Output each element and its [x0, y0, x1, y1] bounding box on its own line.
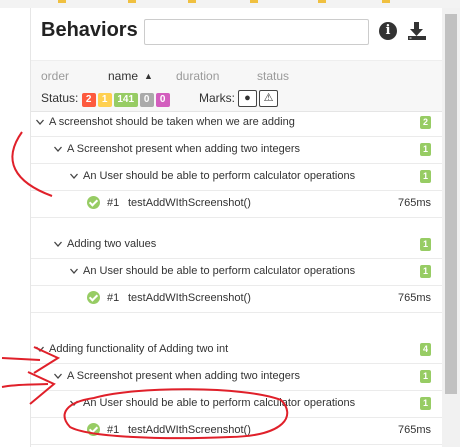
test-number: #1	[107, 292, 120, 304]
warning-icon[interactable]: ⚠	[259, 90, 278, 107]
test-name: testAddWIthScreenshot()	[128, 424, 251, 436]
test-number: #1	[107, 424, 120, 436]
info-icon: i	[379, 22, 397, 40]
test-duration: 765ms	[397, 424, 431, 436]
chevron-down-icon[interactable]	[69, 171, 79, 181]
bomb-icon[interactable]: ●	[238, 90, 257, 107]
download-button[interactable]	[406, 21, 426, 41]
group-count-badge: 4	[420, 343, 431, 356]
group-count-badge: 1	[420, 397, 431, 410]
group-count-badge: 1	[420, 265, 431, 278]
group-label: Adding two values	[67, 238, 157, 250]
test-case-row[interactable]: #1 testAddWIthScreenshot() 765ms	[31, 418, 443, 445]
status-label: Status:	[41, 91, 79, 105]
chevron-down-icon[interactable]	[69, 398, 79, 408]
sort-duration[interactable]: duration	[176, 69, 219, 83]
behavior-group-row[interactable]: A Screenshot present when adding two int…	[31, 137, 443, 164]
panel-header: Behaviors i	[31, 8, 443, 60]
scrollbar-thumb[interactable]	[445, 14, 457, 394]
passed-check-icon	[87, 423, 100, 436]
status-count-badge[interactable]: 141	[113, 93, 138, 107]
status-count-badge[interactable]: 0	[139, 93, 154, 107]
group-count-badge: 2	[420, 116, 431, 129]
behavior-group-row[interactable]: Adding two values 1	[31, 232, 443, 259]
group-label: A Screenshot present when adding two int…	[67, 143, 300, 155]
sort-and-filter-bar: order name ▲ duration status Status: 2 1 14…	[31, 60, 443, 112]
group-label: A Screenshot present when adding two int…	[67, 370, 300, 382]
test-name: testAddWIthScreenshot()	[128, 197, 251, 209]
status-count-badge[interactable]: 2	[81, 93, 96, 107]
test-case-row[interactable]: #1 testAddWIthScreenshot() 765ms	[31, 286, 443, 313]
test-case-row[interactable]: #1 testAddWIthScreenshot() 765ms	[31, 191, 443, 218]
behavior-group-row[interactable]: A screenshot should be taken when we are…	[31, 110, 443, 137]
group-label: A screenshot should be taken when we are…	[49, 116, 295, 128]
chevron-down-icon[interactable]	[53, 371, 63, 381]
test-name: testAddWIthScreenshot()	[128, 292, 251, 304]
sort-arrow-icon: ▲	[144, 71, 153, 81]
page-title: Behaviors	[41, 19, 138, 41]
search-input[interactable]	[144, 19, 369, 45]
behavior-group-row[interactable]: An User should be able to perform calcul…	[31, 259, 443, 286]
sort-name[interactable]: name ▲	[108, 69, 153, 83]
group-count-badge: 1	[420, 370, 431, 383]
group-label: An User should be able to perform calcul…	[83, 265, 356, 277]
chevron-down-icon[interactable]	[35, 117, 45, 127]
behavior-group-row[interactable]: A Screenshot present when adding two int…	[31, 364, 443, 391]
group-label: An User should be able to perform calcul…	[83, 170, 356, 182]
marks-filter: Marks: ● ⚠	[199, 90, 278, 107]
chevron-down-icon[interactable]	[35, 344, 45, 354]
sort-order[interactable]: order	[41, 69, 69, 83]
behavior-group-row[interactable]: An User should be able to perform calcul…	[31, 391, 443, 418]
behaviors-panel: Behaviors i order name ▲ duration status …	[30, 8, 443, 447]
allure-report-window: Behaviors i order name ▲ duration status …	[0, 0, 460, 447]
test-number: #1	[107, 197, 120, 209]
chevron-down-icon[interactable]	[53, 144, 63, 154]
status-count-badge[interactable]: 0	[155, 93, 170, 107]
sort-status[interactable]: status	[257, 69, 289, 83]
group-label: An User should be able to perform calcul…	[83, 397, 356, 409]
passed-check-icon	[87, 196, 100, 209]
test-duration: 765ms	[397, 292, 431, 304]
left-gutter	[0, 8, 30, 447]
status-filter: Status: 2 1 141 0 0	[41, 91, 172, 107]
chevron-down-icon[interactable]	[69, 266, 79, 276]
group-count-badge: 1	[420, 143, 431, 156]
info-button[interactable]: i	[379, 22, 399, 42]
behavior-group-row[interactable]: Adding functionality of Adding two int 4	[31, 337, 443, 364]
test-duration: 765ms	[397, 197, 431, 209]
group-count-badge: 1	[420, 238, 431, 251]
download-icon	[408, 22, 426, 40]
status-count-badge[interactable]: 1	[97, 93, 112, 107]
group-label: Adding functionality of Adding two int	[49, 343, 229, 355]
behavior-group-row[interactable]: An User should be able to perform calcul…	[31, 164, 443, 191]
group-count-badge: 1	[420, 170, 431, 183]
marks-label: Marks:	[199, 91, 235, 105]
passed-check-icon	[87, 291, 100, 304]
chevron-down-icon[interactable]	[53, 239, 63, 249]
top-strip	[0, 0, 460, 8]
